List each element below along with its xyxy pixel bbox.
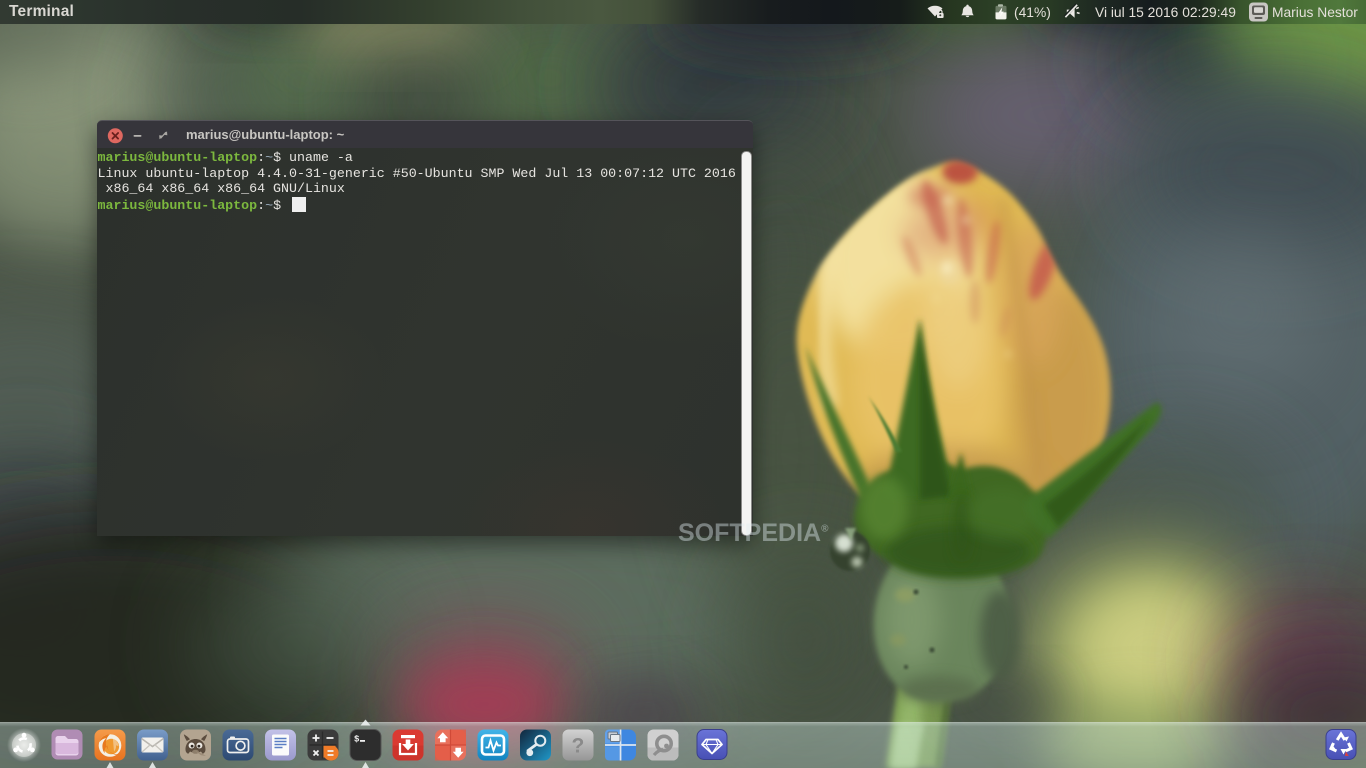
svg-text:(41%): (41%) (1014, 5, 1051, 20)
svg-text:Vi iul 15 2016 02:29:49: Vi iul 15 2016 02:29:49 (1095, 5, 1236, 20)
svg-text:$: $ (354, 735, 360, 745)
svg-text:Marius Nestor: Marius Nestor (1272, 5, 1358, 20)
svg-text:?: ? (572, 735, 585, 758)
